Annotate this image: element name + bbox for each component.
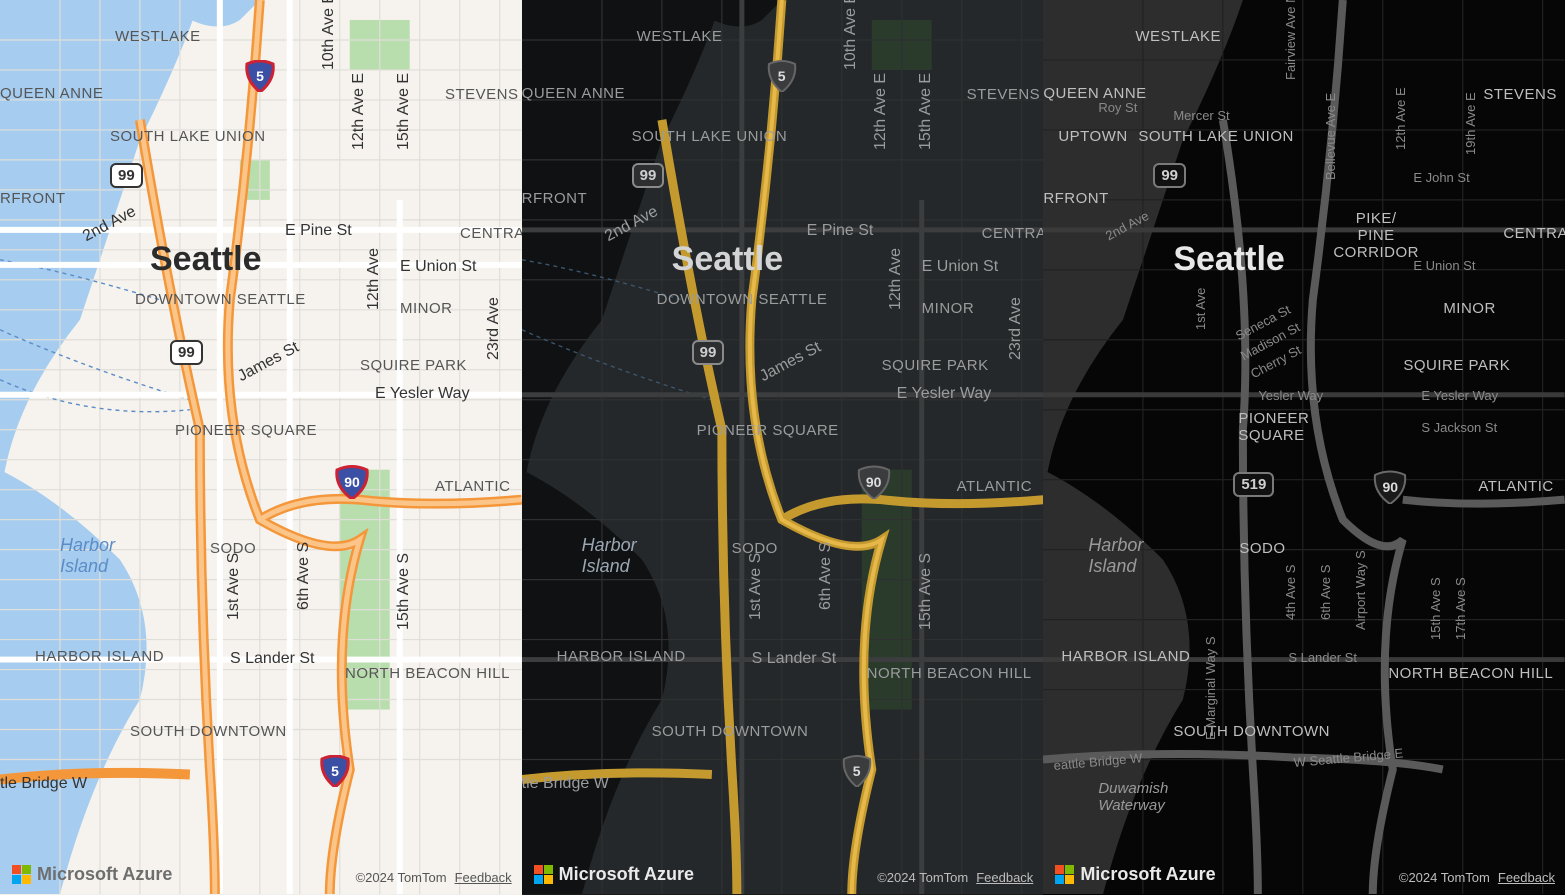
microsoft-icon [534, 865, 553, 884]
shield-i5-top: 5 [245, 60, 275, 92]
brand-logo: Microsoft Azure [12, 864, 172, 885]
map-canvas-hc[interactable] [1043, 0, 1565, 894]
shield-sr99-a: 99 [632, 163, 665, 188]
shield-sr99-b: 99 [170, 340, 203, 365]
shield-sr519: 519 [1233, 472, 1274, 497]
feedback-link[interactable]: Feedback [1498, 870, 1555, 885]
shield-i5-top: 5 [767, 60, 797, 92]
map-pane-light[interactable]: Seattle WESTLAKE QUEEN ANNE SOUTH LAKE U… [0, 0, 522, 895]
feedback-link[interactable]: Feedback [976, 870, 1033, 885]
map-canvas-night[interactable] [522, 0, 1044, 894]
attribution: ©2024 TomTom Feedback [356, 870, 512, 885]
shield-sr99-b: 99 [692, 340, 725, 365]
shield-sr99: 99 [1153, 163, 1186, 188]
microsoft-icon [12, 865, 31, 884]
map-pane-night[interactable]: Seattle WESTLAKE QUEEN ANNE SOUTH LAKE U… [522, 0, 1044, 895]
brand-logo: Microsoft Azure [1055, 864, 1215, 885]
attribution: ©2024 TomTom Feedback [1399, 870, 1555, 885]
map-canvas-light[interactable] [0, 0, 522, 894]
feedback-link[interactable]: Feedback [455, 870, 512, 885]
shield-i90: 90 [857, 465, 891, 499]
shield-i5-bot: 5 [320, 755, 350, 787]
attribution: ©2024 TomTom Feedback [877, 870, 1033, 885]
shield-i90: 90 [1373, 470, 1407, 504]
shield-sr99-a: 99 [110, 163, 143, 188]
brand-logo: Microsoft Azure [534, 864, 694, 885]
shield-i5-bot: 5 [842, 755, 872, 787]
map-pane-high-contrast[interactable]: Seattle WESTLAKE QUEEN ANNE UPTOWN SOUTH… [1043, 0, 1565, 895]
microsoft-icon [1055, 865, 1074, 884]
shield-i90: 90 [335, 465, 369, 499]
